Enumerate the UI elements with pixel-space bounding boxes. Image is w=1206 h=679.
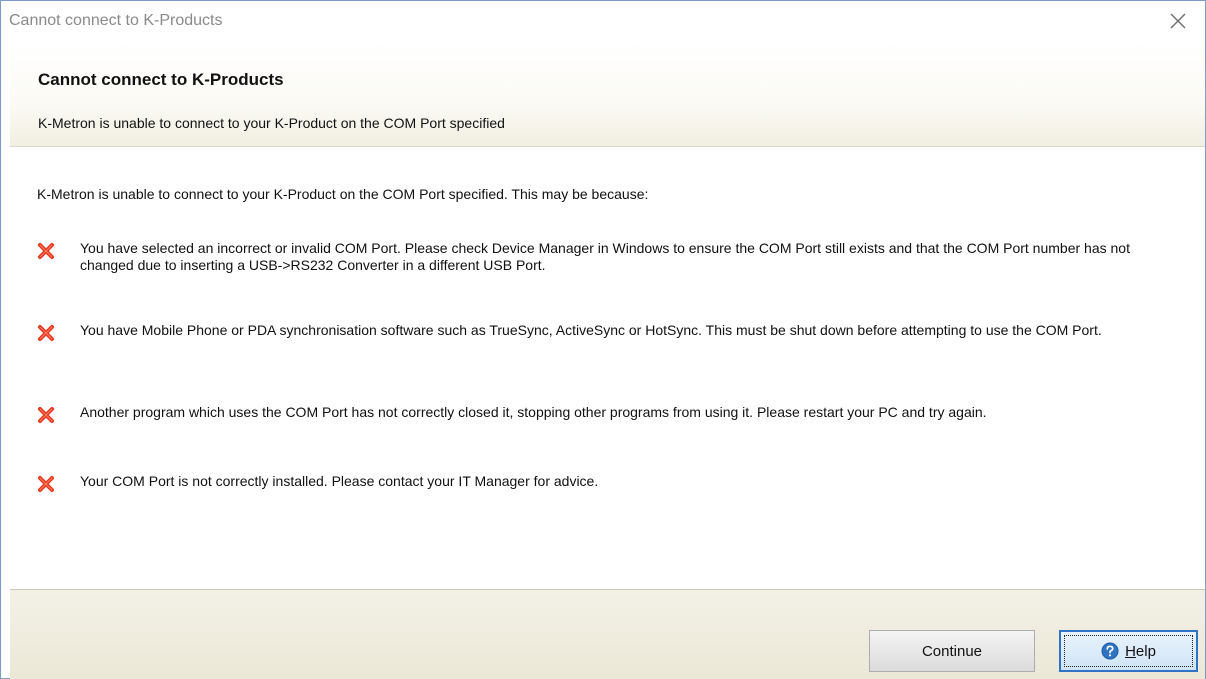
window-title: Cannot connect to K-Products: [9, 12, 223, 29]
continue-button[interactable]: Continue: [869, 630, 1035, 672]
reason-text: You have selected an incorrect or invali…: [80, 240, 1130, 273]
header-title: Cannot connect to K-Products: [38, 70, 284, 89]
error-x-icon: [38, 325, 54, 341]
close-button[interactable]: [1163, 7, 1193, 35]
dialog-header: Cannot connect to K-Products K-Metron is…: [10, 41, 1205, 147]
reason-text: Your COM Port is not correctly installed…: [80, 473, 599, 489]
dialog-content: K-Metron is unable to connect to your K-…: [10, 147, 1205, 589]
help-button-label: Help: [1101, 642, 1156, 660]
header-subtitle: K-Metron is unable to connect to your K-…: [38, 115, 505, 131]
help-button[interactable]: Help: [1059, 630, 1198, 672]
dialog-footer: Continue Help: [10, 589, 1205, 679]
error-x-icon: [38, 243, 54, 259]
title-bar[interactable]: Cannot connect to K-Products: [1, 1, 1205, 41]
window-left-edge: [1, 41, 10, 678]
error-x-icon: [38, 407, 54, 423]
intro-text: K-Metron is unable to connect to your K-…: [37, 186, 649, 202]
error-x-icon: [38, 476, 54, 492]
help-icon: [1101, 642, 1119, 660]
reason-text: Another program which uses the COM Port …: [80, 404, 987, 420]
close-icon: [1170, 13, 1186, 29]
help-mnemonic: H: [1125, 642, 1136, 660]
dialog-window: Cannot connect to K-Products Cannot conn…: [0, 0, 1206, 679]
reason-text: You have Mobile Phone or PDA synchronisa…: [80, 322, 1102, 338]
help-label-rest: elp: [1135, 642, 1156, 660]
